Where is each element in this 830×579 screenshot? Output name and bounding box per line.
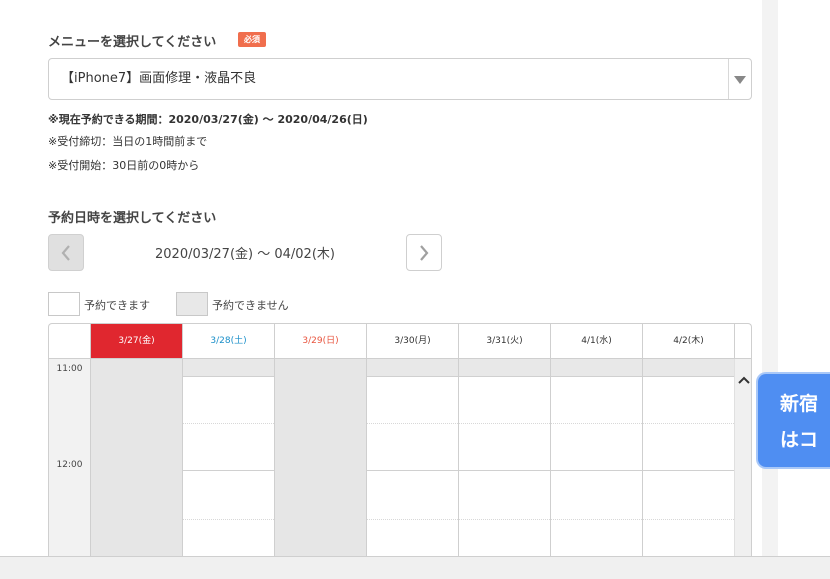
time-label-11: 11:00	[56, 364, 83, 374]
prev-week-button[interactable]	[48, 234, 84, 271]
day-column-3	[274, 359, 366, 556]
slot-unavailable	[183, 359, 274, 376]
day-header-6: 4/1(水)	[550, 324, 642, 359]
datetime-label: 予約日時を選択してください	[48, 211, 217, 226]
reservation-page: メニューを選択してください 必須 【iPhone7】画面修理・液晶不良 ※現在予…	[0, 0, 830, 579]
banner-line-1: 新宿	[780, 393, 819, 415]
next-week-button[interactable]	[406, 234, 442, 271]
floating-banner[interactable]: 新宿 はコ	[758, 374, 830, 467]
deadline-note: ※受付締切：当日の1時間前まで	[48, 135, 208, 148]
day-column-1	[90, 359, 182, 556]
chevron-right-icon	[420, 245, 429, 261]
header-scroll-spacer	[734, 324, 751, 359]
calendar-corner	[49, 324, 90, 359]
day-header-3: 3/29(日)	[274, 324, 366, 359]
banner-line-2: はコ	[780, 429, 819, 451]
slot-unavailable	[459, 359, 550, 376]
time-column: 11:00 12:00	[49, 359, 90, 556]
slot-unavailable	[643, 359, 734, 376]
menu-label: メニューを選択してください	[48, 35, 217, 50]
bottom-bar	[0, 556, 830, 579]
day-header-7: 4/2(木)	[642, 324, 734, 359]
chevron-down-icon	[734, 76, 746, 84]
legend-available-label: 予約できます	[84, 299, 150, 312]
day-column-7	[642, 359, 734, 556]
select-arrow[interactable]	[728, 59, 751, 99]
menu-select[interactable]: 【iPhone7】画面修理・液晶不良	[48, 58, 752, 100]
start-note: ※受付開始：30日前の0時から	[48, 159, 200, 172]
slot-unavailable	[367, 359, 458, 376]
day-column-4	[366, 359, 458, 556]
calendar-scrollbar[interactable]	[734, 359, 751, 556]
legend-unavailable-swatch	[176, 292, 208, 316]
slot-unavailable	[551, 359, 642, 376]
day-header-2: 3/28(土)	[182, 324, 274, 359]
chevron-up-icon[interactable]	[738, 375, 750, 385]
time-label-12: 12:00	[56, 460, 83, 470]
day-column-6	[550, 359, 642, 556]
week-range: 2020/03/27(金) 〜 04/02(木)	[155, 247, 335, 262]
chevron-left-icon	[61, 245, 70, 261]
calendar-grid: 3/27(金) 3/28(土) 3/29(日) 3/30(月) 3/31(火) …	[48, 323, 752, 556]
day-header-4: 3/30(月)	[366, 324, 458, 359]
legend-unavailable-label: 予約できません	[212, 299, 289, 312]
day-header-1: 3/27(金)	[90, 324, 182, 359]
legend-available-swatch	[48, 292, 80, 316]
period-note: ※現在予約できる期間：2020/03/27(金) 〜 2020/04/26(日)	[48, 113, 368, 126]
day-header-5: 3/31(火)	[458, 324, 550, 359]
menu-select-value: 【iPhone7】画面修理・液晶不良	[61, 71, 257, 86]
day-column-2	[182, 359, 274, 556]
right-gutter	[762, 0, 778, 556]
day-column-5	[458, 359, 550, 556]
required-badge: 必須	[238, 32, 266, 47]
